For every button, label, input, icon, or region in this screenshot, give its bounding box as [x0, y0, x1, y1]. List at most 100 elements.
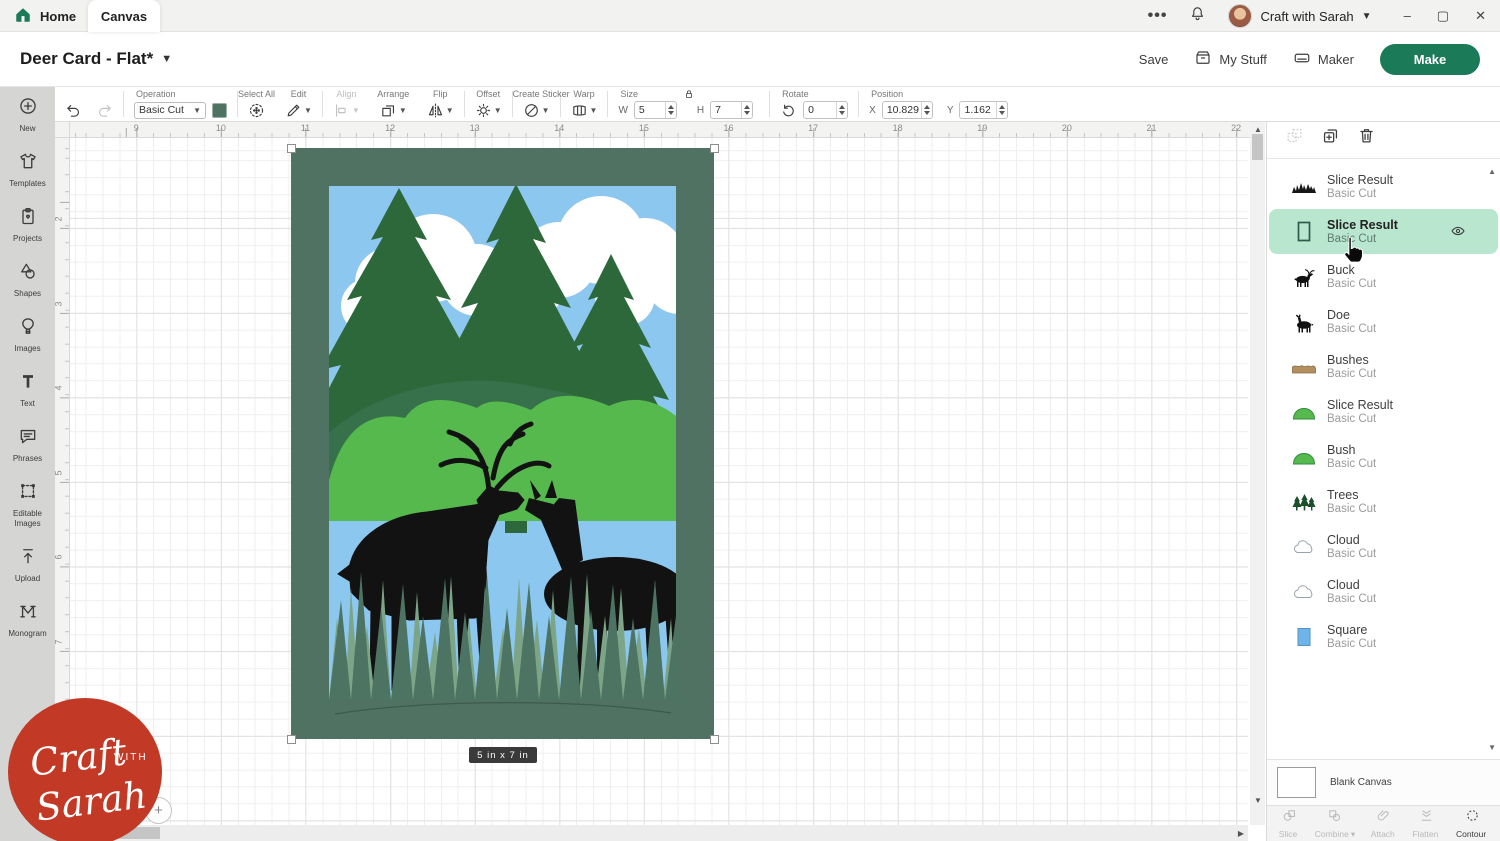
layer-row-cloud[interactable]: Cloud Basic Cut [1269, 569, 1498, 614]
sidebar-item-text[interactable]: Text [0, 362, 55, 417]
height-stepper[interactable] [741, 102, 752, 118]
vertical-scroll-thumb[interactable] [1252, 134, 1263, 160]
layer-row-trees[interactable]: Trees Basic Cut [1269, 479, 1498, 524]
blank-canvas-row[interactable]: Blank Canvas [1267, 759, 1500, 805]
rotate-input[interactable]: 0 [803, 101, 848, 119]
layer-name: Square [1327, 623, 1376, 637]
duplicate-button[interactable] [1321, 126, 1340, 150]
layer-name: Slice Result [1327, 218, 1398, 232]
layers-panel: Layers Color Sync ▲ ▼ Slice Result Basic… [1266, 87, 1500, 841]
close-button[interactable]: ✕ [1475, 8, 1486, 24]
horizontal-ruler: 910111213141516171819202122 [70, 122, 1265, 138]
operation-select[interactable]: Basic Cut▼ [134, 102, 206, 119]
edit-button[interactable]: ▼ [285, 102, 312, 119]
layer-row-slice-result[interactable]: Slice Result Basic Cut [1269, 389, 1498, 434]
create-sticker-button[interactable]: ▼ [523, 102, 550, 119]
sidebar-item-images[interactable]: Images [0, 307, 55, 362]
scroll-right-arrow[interactable]: ▶ [1238, 829, 1244, 838]
more-options-icon[interactable]: ••• [1148, 7, 1168, 25]
arrange-button[interactable]: ▼ [380, 102, 407, 119]
align-button[interactable]: ▼ [333, 102, 360, 119]
sidebar-item-shapes[interactable]: Shapes [0, 252, 55, 307]
maker-machine-button[interactable]: Maker [1293, 49, 1354, 70]
flatten-icon [1419, 808, 1434, 828]
layer-row-slice-result[interactable]: Slice Result Basic Cut [1269, 209, 1498, 254]
make-button[interactable]: Make [1380, 44, 1480, 75]
grass-layer-icon [1291, 176, 1317, 198]
sidebar-item-upload[interactable]: Upload [0, 537, 55, 592]
y-position-input[interactable]: 1.162 [959, 101, 1008, 119]
rotate-button[interactable] [780, 102, 797, 119]
list-scroll-down-arrow[interactable]: ▼ [1488, 743, 1496, 752]
canvas-tab[interactable]: Canvas [88, 0, 160, 32]
flatten-button[interactable]: Flatten [1412, 808, 1440, 839]
width-input[interactable]: 5 [634, 101, 677, 119]
layer-row-cloud[interactable]: Cloud Basic Cut [1269, 524, 1498, 569]
notifications-bell-icon[interactable] [1189, 5, 1206, 27]
color-swatch[interactable] [212, 103, 227, 118]
minimize-button[interactable]: – [1404, 8, 1411, 24]
height-input[interactable]: 7 [710, 101, 753, 119]
flip-button[interactable]: ▼ [427, 102, 454, 119]
width-stepper[interactable] [665, 102, 676, 118]
templates-icon [18, 151, 38, 176]
maximize-button[interactable]: ▢ [1437, 8, 1449, 24]
rotate-label: Rotate [782, 89, 858, 99]
account-menu[interactable]: Craft with Sarah ▼ [1228, 4, 1371, 28]
layer-name: Trees [1327, 488, 1376, 502]
group-button[interactable] [1285, 126, 1304, 150]
layer-row-bush[interactable]: Bush Basic Cut [1269, 434, 1498, 479]
canvas-horizontal-scrollbar[interactable]: ◀ ▶ [55, 825, 1248, 841]
layer-actions-bar: Slice Combine▾ Attach Flatten Contour [1267, 805, 1500, 841]
layer-row-doe[interactable]: Doe Basic Cut [1269, 299, 1498, 344]
sidebar-item-new[interactable]: New [0, 87, 55, 142]
new-icon [18, 96, 38, 121]
rotate-stepper[interactable] [836, 102, 847, 118]
document-title[interactable]: Deer Card - Flat* ▼ [20, 49, 172, 69]
y-stepper[interactable] [996, 102, 1007, 118]
warp-button[interactable]: ▼ [571, 102, 598, 119]
scroll-up-arrow[interactable]: ▲ [1254, 125, 1262, 134]
my-stuff-button[interactable]: My Stuff [1194, 49, 1266, 70]
editable-icon [18, 481, 38, 506]
selection-handle-top-left[interactable] [287, 144, 296, 153]
undo-button[interactable] [65, 102, 82, 119]
lock-icon[interactable] [683, 87, 695, 105]
edit-label: Edit [275, 89, 322, 99]
layer-row-square[interactable]: Square Basic Cut [1269, 614, 1498, 659]
canvas-area[interactable]: 910111213141516171819202122 12345678 [55, 122, 1265, 841]
deer-card-artwork[interactable] [291, 148, 714, 739]
combine-button[interactable]: Combine▾ [1315, 808, 1355, 840]
selection-handle-bottom-left[interactable] [287, 735, 296, 744]
selection-handle-top-right[interactable] [710, 144, 719, 153]
warp-label: Warp [561, 89, 608, 99]
layer-row-buck[interactable]: Buck Basic Cut [1269, 254, 1498, 299]
sidebar-item-projects[interactable]: Projects [0, 197, 55, 252]
select-all-button[interactable] [248, 102, 265, 119]
layer-operation: Basic Cut [1327, 413, 1393, 425]
sidebar-item-editable-images[interactable]: Editable Images [0, 472, 55, 537]
x-stepper[interactable] [921, 102, 932, 118]
layer-row-slice-result[interactable]: Slice Result Basic Cut [1269, 164, 1498, 209]
canvas-vertical-scrollbar[interactable]: ▲ ▼ [1250, 122, 1265, 825]
layer-row-bushes[interactable]: Bushes Basic Cut [1269, 344, 1498, 389]
offset-button[interactable]: ▼ [475, 102, 502, 119]
selection-handle-bottom-right[interactable] [710, 735, 719, 744]
contour-button[interactable]: Contour [1456, 808, 1488, 839]
cloudic-layer-icon [1291, 536, 1317, 558]
slice-button[interactable]: Slice [1279, 808, 1299, 839]
delete-button[interactable] [1357, 126, 1376, 150]
h-ruler-label: 15 [639, 123, 649, 133]
home-tab[interactable]: Home [14, 0, 76, 32]
scroll-down-arrow[interactable]: ▼ [1254, 796, 1262, 805]
sidebar-item-phrases[interactable]: Phrases [0, 417, 55, 472]
h-ruler-label: 14 [554, 123, 564, 133]
x-position-input[interactable]: 10.829 [882, 101, 933, 119]
visibility-eye-icon[interactable] [1450, 223, 1466, 244]
redo-button[interactable] [96, 102, 113, 119]
sidebar-item-templates[interactable]: Templates [0, 142, 55, 197]
sidebar-item-monogram[interactable]: Monogram [0, 592, 55, 647]
layer-name: Slice Result [1327, 398, 1393, 412]
attach-button[interactable]: Attach [1371, 808, 1397, 839]
save-button[interactable]: Save [1139, 52, 1169, 67]
